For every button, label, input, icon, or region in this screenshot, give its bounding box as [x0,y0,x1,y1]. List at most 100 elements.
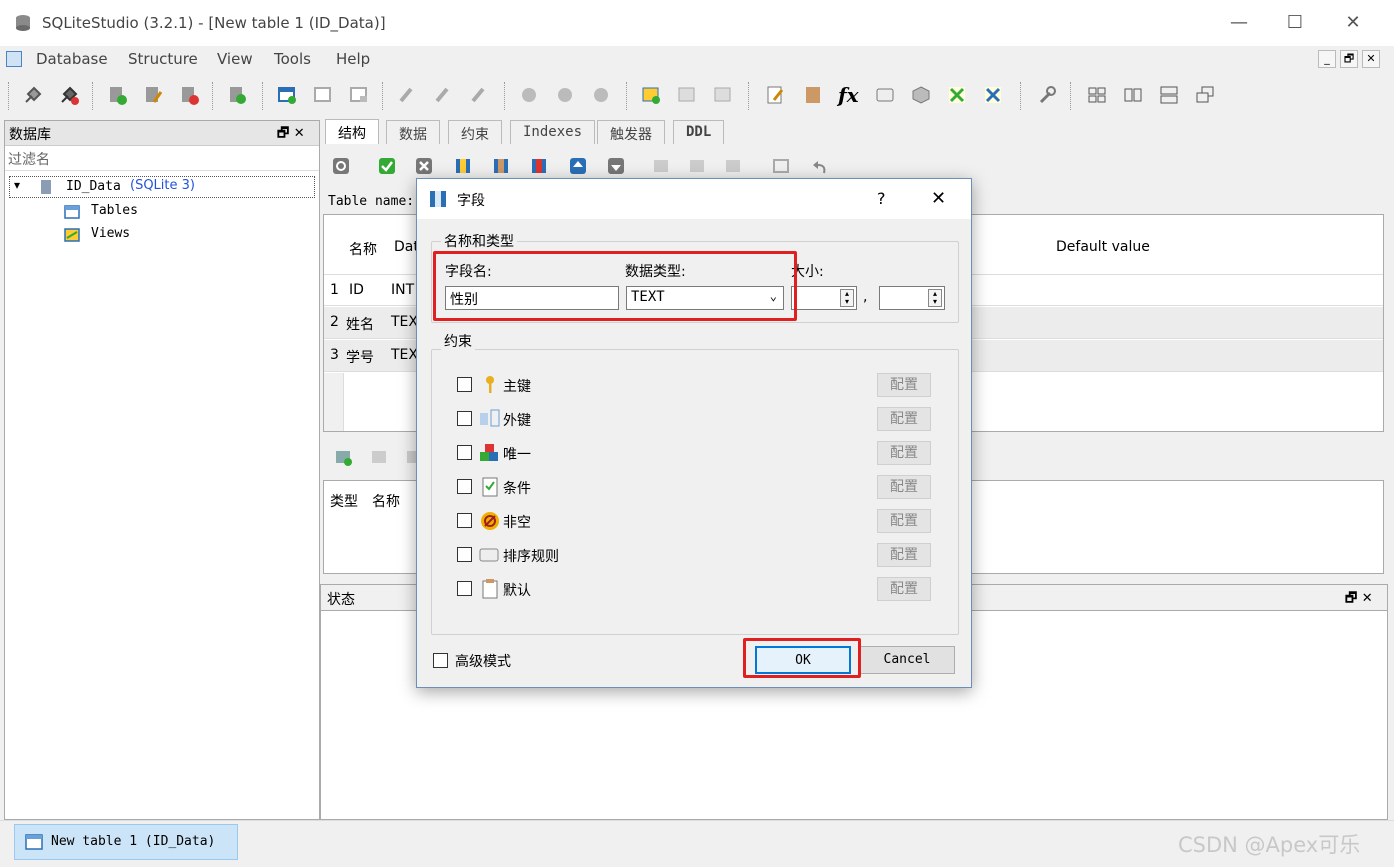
unique-config-button[interactable]: 配置 [877,441,931,465]
check-checkbox[interactable] [457,479,472,494]
tree-item-views[interactable]: Views [61,224,261,246]
connect-icon[interactable] [22,84,44,106]
taskbar-item[interactable]: New table 1 (ID_Data) [14,824,238,860]
edit-index-icon[interactable] [432,84,454,106]
remove-database-icon[interactable] [178,84,200,106]
collations-icon[interactable] [874,84,896,106]
add-database-icon[interactable] [106,84,128,106]
add-view-icon[interactable] [640,84,662,106]
status-dock-controls[interactable]: 🗗 ✕ [1345,589,1373,611]
close-button[interactable]: ✕ [1330,8,1376,38]
row-number: 2 [330,314,339,330]
cancel-button[interactable]: Cancel [859,646,955,674]
default-checkbox[interactable] [457,581,472,596]
add-index-icon[interactable] [396,84,418,106]
not-null-checkbox[interactable] [457,513,472,528]
menu-structure[interactable]: Structure [128,50,198,68]
check-config-button[interactable]: 配置 [877,475,931,499]
database-name: ID_Data [66,179,121,194]
delete-view-icon[interactable] [712,84,734,106]
add-table-icon[interactable] [276,84,298,106]
maximize-button[interactable]: ☐ [1272,8,1318,38]
wrench-icon[interactable] [1036,84,1058,106]
tree-item-database[interactable]: ▾ ID_Data (SQLite 3) [9,176,315,198]
ddl-history-icon[interactable] [802,84,824,106]
filter-input[interactable]: 过滤名 [5,147,319,171]
disconnect-icon[interactable] [58,84,80,106]
delete-index-icon[interactable] [468,84,490,106]
menu-help[interactable]: Help [336,50,370,68]
edit-constraint-icon[interactable] [370,448,388,466]
export-icon[interactable] [982,84,1004,106]
tab-constraints[interactable]: 约束 [448,120,502,144]
extensions-icon[interactable] [910,84,932,106]
table-trigger-icon[interactable] [724,157,742,175]
add-trigger-icon[interactable] [518,84,540,106]
table-index-icon[interactable] [688,157,706,175]
move-up-icon[interactable] [569,157,587,175]
tile-windows-icon[interactable] [1086,84,1108,106]
primary-key-checkbox[interactable] [457,377,472,392]
unique-icon [480,444,498,461]
table-constraint-icon[interactable] [652,157,670,175]
spin-arrows-icon[interactable]: ▴ ▾ [928,289,942,307]
toolbar-separator [748,82,750,110]
help-button[interactable]: ? [877,189,886,208]
mdi-minimize-button[interactable]: _ [1318,50,1336,68]
not-null-config-button[interactable]: 配置 [877,509,931,533]
tab-ddl[interactable]: DDL [673,120,725,144]
dialog-close-button[interactable]: ✕ [931,188,946,209]
chevron-down-icon[interactable]: ▾ [14,178,20,192]
foreign-key-checkbox[interactable] [457,411,472,426]
collation-config-button[interactable]: 配置 [877,543,931,567]
edit-column-icon[interactable] [492,157,510,175]
delete-column-icon[interactable] [530,157,548,175]
refresh-database-icon[interactable] [226,84,248,106]
edit-view-icon[interactable] [676,84,698,106]
delete-table-icon[interactable] [348,84,370,106]
primary-key-config-button[interactable]: 配置 [877,373,931,397]
edit-trigger-icon[interactable] [554,84,576,106]
foreign-key-config-button[interactable]: 配置 [877,407,931,431]
sql-editor-icon[interactable] [764,84,786,106]
precision-spinbox[interactable]: ▴ ▾ [879,286,945,310]
refresh-structure-icon[interactable] [332,157,350,175]
menu-tools[interactable]: Tools [274,50,311,68]
default-config-button[interactable]: 配置 [877,577,931,601]
spin-arrows-icon[interactable]: ▴ ▾ [840,289,854,307]
menu-database[interactable]: Database [36,50,108,68]
tree-item-tables[interactable]: Tables [61,201,261,223]
cascade-windows-icon[interactable] [1194,84,1216,106]
table-name-label: Table name: [328,194,415,209]
edit-database-icon[interactable] [142,84,164,106]
row-gutter [324,373,344,431]
size-spinbox[interactable]: ▴ ▾ [791,286,857,310]
undo-icon[interactable] [810,157,828,175]
move-down-icon[interactable] [607,157,625,175]
import-icon[interactable] [946,84,968,106]
constraint-header-name: 名称 [372,494,400,510]
collation-checkbox[interactable] [457,547,472,562]
edit-table-icon[interactable] [312,84,334,106]
constraint-row-foreign-key: 外键 配置 [455,407,949,437]
tile-vertical-icon[interactable] [1158,84,1180,106]
mdi-restore-button[interactable]: 🗗 [1340,50,1358,68]
dock-controls[interactable]: 🗗 ✕ [277,124,305,146]
menu-view[interactable]: View [217,50,253,68]
add-constraint-icon[interactable] [334,448,352,466]
table-copy-icon[interactable] [772,157,790,175]
functions-icon[interactable]: fx [838,84,860,106]
rollback-icon[interactable] [415,157,433,175]
delete-trigger-icon[interactable] [590,84,612,106]
tab-triggers[interactable]: 触发器 [597,120,665,144]
tab-structure[interactable]: 结构 [325,119,379,145]
advanced-mode-checkbox[interactable] [433,653,448,668]
mdi-close-button[interactable]: ✕ [1362,50,1380,68]
tab-data[interactable]: 数据 [386,120,440,144]
unique-checkbox[interactable] [457,445,472,460]
commit-icon[interactable] [378,157,396,175]
tile-horizontal-icon[interactable] [1122,84,1144,106]
add-column-icon[interactable] [454,157,472,175]
minimize-button[interactable]: — [1216,8,1262,38]
tab-indexes[interactable]: Indexes [510,120,596,144]
